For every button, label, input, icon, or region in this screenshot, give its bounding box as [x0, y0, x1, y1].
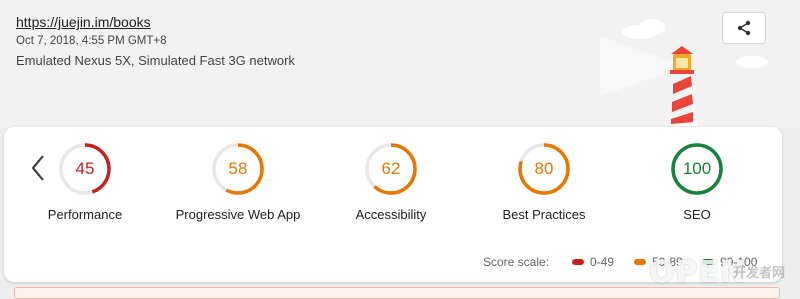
scale-range-fail-label: 0-49 [590, 255, 615, 269]
environment-info: Emulated Nexus 5X, Simulated Fast 3G net… [16, 53, 295, 68]
gauge-progressive-web-app[interactable]: 58 Progressive Web App [158, 142, 318, 232]
gauge-score: 62 [381, 159, 401, 178]
gauge-performance[interactable]: 45 Performance [5, 142, 165, 232]
gauge-accessibility[interactable]: 62 Accessibility [311, 142, 471, 232]
report-header: https://juejin.im/books Oct 7, 2018, 4:5… [0, 0, 800, 128]
gauge-label: SEO [683, 207, 711, 222]
gauge-score: 45 [75, 159, 95, 178]
gauge-label: Performance [47, 207, 123, 222]
scale-fail-marker [572, 259, 584, 265]
page-url-link[interactable]: https://juejin.im/books [16, 14, 151, 30]
watermark-sub: 开发者网 [733, 265, 786, 280]
score-scale-label: Score scale: [483, 255, 550, 269]
scale-average-marker [634, 259, 646, 265]
gauge-score: 100 [682, 159, 712, 178]
gauge-best-practices[interactable]: 80 Best Practices [464, 142, 624, 232]
share-icon [737, 20, 751, 36]
gauge-label: Progressive Web App [175, 207, 301, 222]
scale-range-fail: 0-49 [572, 255, 614, 269]
gauge-label: Best Practices [502, 207, 586, 222]
gauge-score: 80 [534, 159, 554, 178]
gauge-label: Accessibility [355, 207, 427, 222]
watermark-brand: OPEN [649, 255, 747, 290]
gauge-score: 58 [228, 159, 248, 178]
gauge-seo[interactable]: 100 SEO [617, 142, 777, 232]
share-button[interactable] [722, 12, 766, 44]
report-date: Oct 7, 2018, 4:55 PM GMT+8 [16, 35, 167, 47]
